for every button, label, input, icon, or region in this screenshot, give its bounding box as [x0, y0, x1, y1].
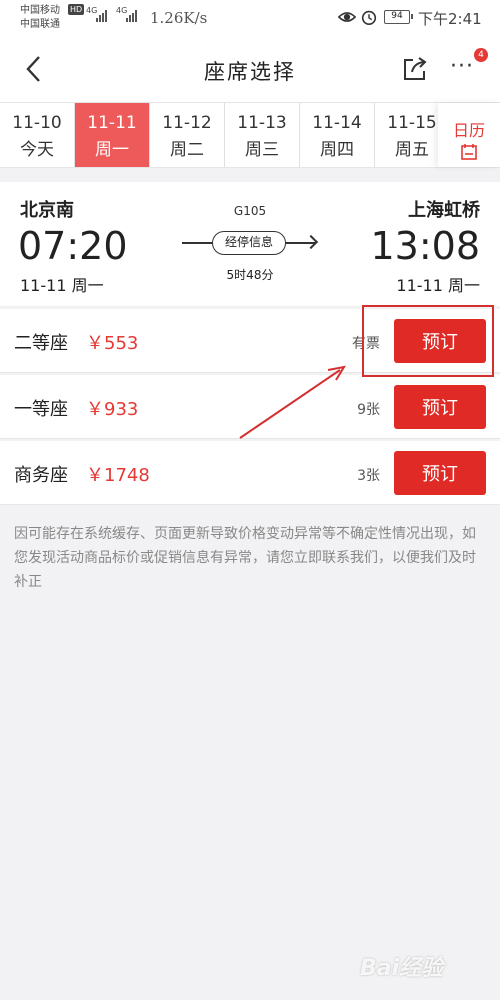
alarm-icon	[361, 10, 377, 26]
date-selector: 11-10 今天 11-11 周一 11-12 周二 11-13 周三 11-1…	[0, 102, 500, 168]
highlight-box	[362, 305, 494, 377]
date-tab-date: 11-14	[312, 113, 362, 133]
date-tab-weekday: 周四	[320, 140, 354, 160]
travel-duration: 5时48分	[226, 268, 274, 282]
date-tab-date: 11-13	[237, 113, 287, 133]
watermark-logo: Bai经验	[360, 956, 444, 981]
nav-bar: 座席选择 ··· 4	[0, 36, 500, 102]
date-tab-weekday: 今天	[20, 140, 54, 160]
seat-row-business-class: 商务座 ￥1748 3张 预订	[0, 441, 500, 505]
date-tab-weekday: 周三	[245, 140, 279, 160]
date-tab-weekday: 周二	[170, 140, 204, 160]
date-tab-11-13[interactable]: 11-13 周三	[225, 103, 300, 167]
stops-info-button[interactable]: 经停信息	[212, 231, 286, 255]
date-tab-weekday: 周一	[95, 140, 129, 160]
carrier-2: 中国联通	[20, 19, 60, 30]
seat-name: 商务座	[14, 465, 68, 486]
train-info-card: 北京南 上海虹桥 07:20 13:08 11-11 周一 11-11 周一 G…	[0, 182, 500, 306]
seat-price: ￥1748	[86, 465, 150, 486]
signal-icon	[96, 10, 107, 22]
date-tab-date: 11-12	[162, 113, 212, 133]
calendar-icon	[461, 144, 477, 160]
pointer-arrow-icon	[239, 365, 347, 439]
eye-icon	[338, 12, 356, 22]
seat-name: 一等座	[14, 399, 68, 420]
date-tab-11-12[interactable]: 11-12 周二	[150, 103, 225, 167]
date-tab-11-14[interactable]: 11-14 周四	[300, 103, 375, 167]
date-tab-11-11[interactable]: 11-11 周一	[75, 103, 150, 167]
share-icon[interactable]	[402, 56, 428, 82]
depart-time: 07:20	[18, 224, 128, 268]
date-tab-date: 11-11	[87, 113, 137, 133]
seat-price: ￥933	[86, 399, 139, 420]
book-button[interactable]: 预订	[394, 385, 486, 429]
calendar-button[interactable]: 日历	[438, 103, 500, 167]
date-tab-11-10[interactable]: 11-10 今天	[0, 103, 75, 167]
status-bar: 中国移动 中国联通 HD 4G 4G 1.26K/s 94 下午2:41	[0, 0, 500, 36]
book-button[interactable]: 预订	[394, 451, 486, 495]
network-speed: 1.26K/s	[150, 9, 208, 27]
route-arrow-icon	[303, 234, 319, 250]
price-notice: 因可能存在系统缓存、页面更新导致价格变动异常等不确定性情况出现，如您发现活动商品…	[14, 526, 476, 590]
seat-price: ￥553	[86, 333, 139, 354]
seat-availability: 3张	[357, 468, 380, 484]
hd-badge: HD	[68, 4, 85, 15]
notification-badge: 4	[474, 48, 488, 62]
date-tab-date: 11-10	[12, 113, 62, 133]
carrier-1: 中国移动	[20, 5, 60, 16]
calendar-label: 日历	[452, 121, 485, 140]
arrive-time: 13:08	[370, 224, 480, 268]
more-icon[interactable]: ···	[450, 56, 474, 78]
train-number: G105	[233, 204, 267, 218]
seat-name: 二等座	[14, 333, 68, 354]
status-time: 下午2:41	[418, 10, 482, 28]
battery-indicator: 94	[384, 10, 413, 24]
seat-availability: 9张	[357, 402, 380, 418]
signal-icon-2	[126, 10, 137, 22]
